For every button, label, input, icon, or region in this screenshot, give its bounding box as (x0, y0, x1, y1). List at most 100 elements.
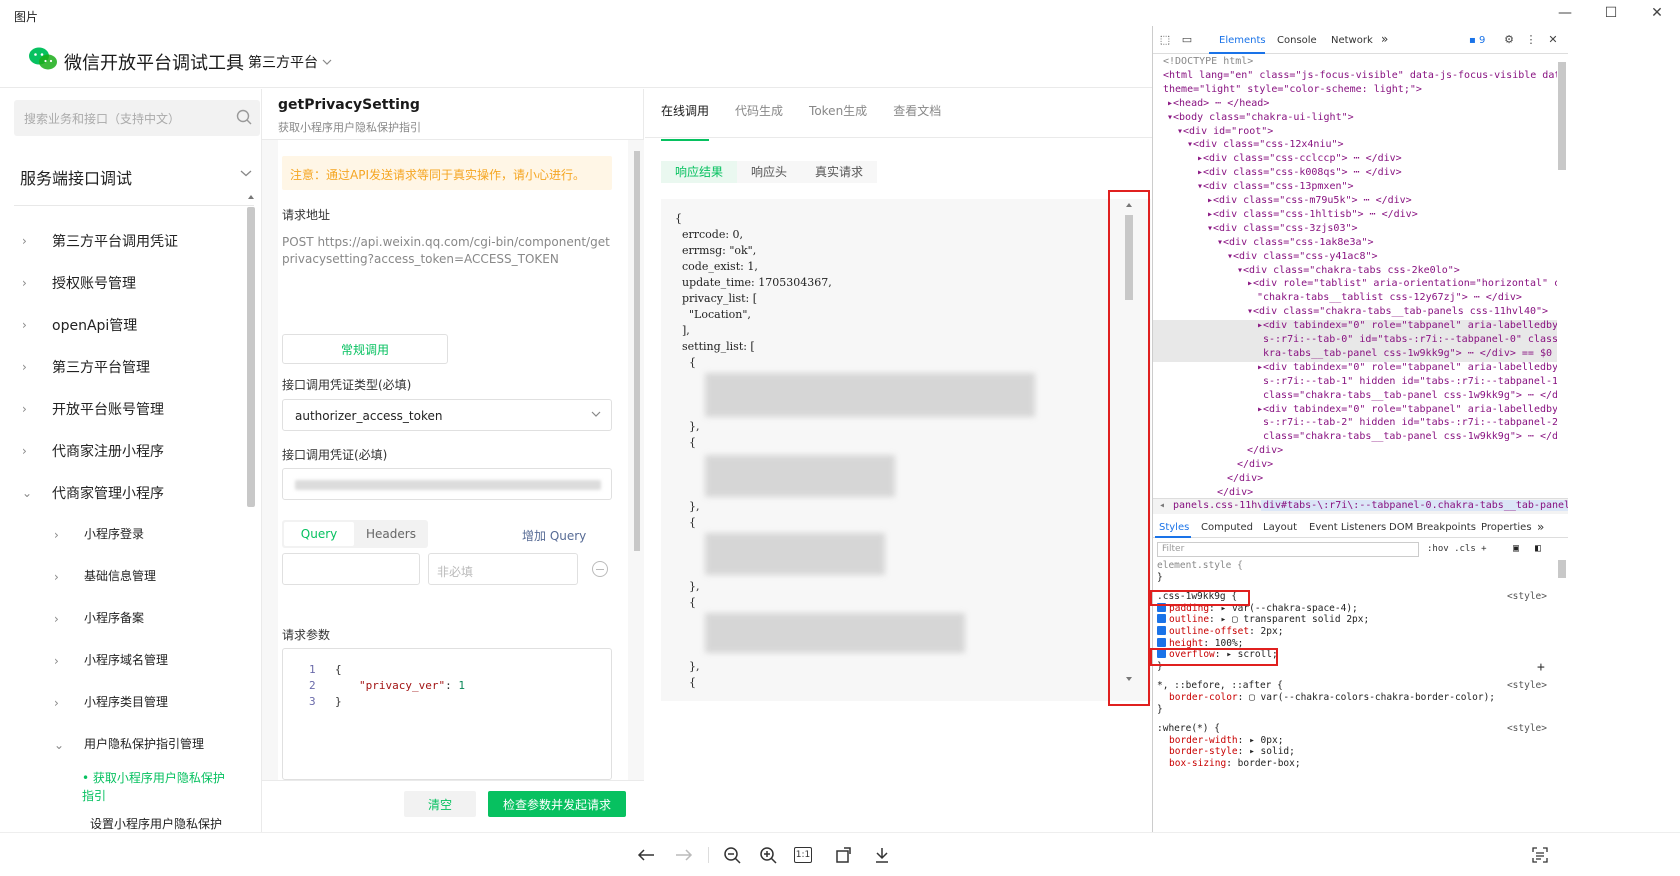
breadcrumb-item-active[interactable]: div#tabs-\:r7i\:--tabpanel-0.chakra-tabs… (1261, 500, 1568, 511)
dom-tree[interactable]: <!DOCTYPE html> <html lang="en" class="js… (1153, 56, 1557, 498)
submenu-item[interactable]: › 小程序登录 (0, 513, 245, 555)
rotate-icon[interactable] (832, 843, 856, 867)
dom-node-line[interactable]: ▾<body class="chakra-ui-light"> (1153, 112, 1557, 126)
arrow-right-icon[interactable] (672, 843, 696, 867)
scroll-thumb[interactable] (1558, 560, 1566, 578)
maximize-icon[interactable]: ☐ (1588, 0, 1634, 26)
submenu-item[interactable]: › 小程序类目管理 (0, 681, 245, 723)
submenu-item[interactable]: › 小程序备案 (0, 597, 245, 639)
device-toggle-icon[interactable]: ▭ (1181, 34, 1193, 46)
dom-node-line[interactable]: ▸<head> ⋯ </head> (1153, 98, 1557, 112)
menu-item[interactable]: › 第三方平台调用凭证 (0, 219, 245, 261)
platform-switcher[interactable]: · 第三方平台 (226, 51, 332, 72)
paint-icon[interactable]: ▣ (1513, 543, 1519, 554)
submenu-item[interactable]: › 基础信息管理 (0, 555, 245, 597)
download-icon[interactable] (870, 843, 894, 867)
query-value-input[interactable]: 非必填 (428, 553, 578, 585)
dom-node-line[interactable]: ▸<div tabindex="0" role="tabpanel" aria-… (1153, 362, 1557, 376)
tab-elements[interactable]: Elements (1219, 35, 1266, 46)
inspect-icon[interactable]: ⬚ (1159, 34, 1171, 46)
menu-item-expanded[interactable]: ⌄ 代商家管理小程序 (0, 471, 245, 513)
section-title[interactable]: 服务端接口调试 (20, 165, 132, 189)
credential-input[interactable] (282, 468, 612, 500)
cred-type-select[interactable]: authorizer_access_token (282, 399, 612, 431)
dom-node-line[interactable]: </div> (1153, 445, 1557, 459)
style-line[interactable]: outline-offset: 2px; (1157, 626, 1553, 638)
dom-node-line[interactable]: ▾<div class="chakra-tabs css-2ke0lo"> (1153, 265, 1557, 279)
remove-param-icon[interactable] (592, 561, 608, 577)
more-tabs-icon[interactable]: » (1537, 520, 1544, 534)
dom-node-line[interactable]: ▸<div class="css-k008qs"> ⋯ </div> (1153, 167, 1557, 181)
style-line[interactable]: } (1157, 704, 1553, 716)
dom-node-line[interactable]: class="chakra-tabs__tab-panel css-1w9kk9… (1153, 431, 1557, 445)
leaf-item-active[interactable]: • 获取小程序用户隐私保护指引 (0, 765, 245, 803)
tab-styles[interactable]: Styles (1159, 522, 1189, 533)
style-line[interactable]: } (1157, 572, 1553, 584)
dom-node-line[interactable]: ▾<div class="css-12x4niu"> (1153, 139, 1557, 153)
clear-button[interactable]: 清空 (404, 791, 476, 817)
add-rule-icon[interactable]: + (1537, 660, 1545, 675)
submenu-item[interactable]: › 小程序域名管理 (0, 639, 245, 681)
send-request-button[interactable]: 检查参数并发起请求 (488, 791, 626, 817)
dom-node-line[interactable]: ▸<div class="css-m79u5k"> ⋯ </div> (1153, 195, 1557, 209)
dom-node-line[interactable]: <!DOCTYPE html> (1153, 56, 1557, 70)
style-origin[interactable]: <style> (1507, 591, 1547, 602)
dom-node-line[interactable]: <html lang="en" class="js-focus-visible"… (1153, 70, 1557, 84)
dom-node-line[interactable]: ▸<div tabindex="0" role="tabpanel" aria-… (1153, 404, 1557, 418)
dom-node-line[interactable]: </div> (1153, 473, 1557, 487)
close-icon[interactable]: ✕ (1547, 34, 1559, 46)
style-line[interactable]: border-style: ▸ solid; (1157, 746, 1553, 758)
tab-query[interactable]: Query (284, 522, 354, 546)
menu-item[interactable]: › openApi管理 (0, 303, 245, 345)
request-body-editor[interactable]: 1 { 2 "privacy_ver": 1 3 } (282, 648, 612, 780)
menu-item[interactable]: › 授权账号管理 (0, 261, 245, 303)
dom-node-line[interactable]: ▾<div class="css-3zjs03"> (1153, 223, 1557, 237)
breadcrumb-left-arrow-icon[interactable]: ◂ (1159, 500, 1165, 511)
tab-code-gen[interactable]: 代码生成 (735, 89, 783, 137)
search-input[interactable]: 搜索业务和接口（支持中文） (14, 100, 260, 136)
tab-layout[interactable]: Layout (1263, 522, 1297, 533)
tab-computed[interactable]: Computed (1201, 522, 1253, 533)
tab-response-headers[interactable]: 响应头 (737, 161, 801, 183)
dom-scrollbar[interactable] (1557, 56, 1567, 496)
dom-node-line[interactable]: ▾<div class="css-y41ac8"> (1153, 251, 1557, 265)
sidebar-toggle-icon[interactable]: ◧ (1535, 543, 1541, 554)
dom-node-line[interactable]: ▸<div role="tablist" aria-orientation="h… (1153, 278, 1557, 292)
add-query-button[interactable]: 增加 Query (522, 527, 586, 544)
tab-network[interactable]: Network (1331, 35, 1373, 46)
chevron-down-icon[interactable] (240, 169, 252, 177)
dom-node-line[interactable]: theme="light" style="color-scheme: light… (1153, 84, 1557, 98)
scroll-thumb[interactable] (1558, 62, 1566, 170)
styles-filter-input[interactable]: Filter (1157, 542, 1419, 557)
dom-node-line[interactable]: ▾<div class="css-13pmxen"> (1153, 181, 1557, 195)
tab-event-listeners[interactable]: Event Listeners (1309, 522, 1386, 533)
tab-token-gen[interactable]: Token生成 (809, 89, 867, 137)
dom-node-line[interactable]: </div> (1153, 459, 1557, 473)
dom-node-line[interactable]: ▾<div class="chakra-tabs__tab-panels css… (1153, 306, 1557, 320)
search-icon[interactable] (236, 109, 252, 125)
tab-console[interactable]: Console (1277, 35, 1317, 46)
dom-node-line[interactable]: s-:r7i:--tab-1" hidden id="tabs-:r7i:--t… (1153, 376, 1557, 390)
tab-headers[interactable]: Headers (356, 520, 426, 548)
dom-node-line[interactable]: s-:r7i:--tab-2" hidden id="tabs-:r7i:--t… (1153, 417, 1557, 431)
dom-node-line[interactable]: ▸<div class="css-1hltisb"> ⋯ </div> (1153, 209, 1557, 223)
scroll-thumb[interactable] (634, 151, 640, 551)
dom-node-line[interactable]: ▾<div id="root"> (1153, 126, 1557, 140)
response-body[interactable]: { errcode: 0, errmsg: "ok", code_exist: … (661, 199, 1151, 701)
actual-size-icon[interactable]: 1:1 (794, 847, 812, 863)
dom-node-line[interactable]: class="chakra-tabs__tab-panel css-1w9kk9… (1153, 390, 1557, 404)
style-line[interactable]: border-width: ▸ 0px; (1157, 735, 1553, 747)
more-tabs-icon[interactable]: » (1381, 32, 1388, 46)
style-line[interactable]: border-color: ▢ var(--chakra-colors-chak… (1157, 692, 1553, 704)
tab-dom-breakpoints[interactable]: DOM Breakpoints (1389, 522, 1476, 533)
tab-docs[interactable]: 查看文档 (893, 89, 941, 137)
style-line[interactable]: :where(*) {<style> (1157, 723, 1553, 735)
normal-call-button[interactable]: 常规调用 (282, 334, 448, 364)
zoom-out-icon[interactable] (720, 843, 744, 867)
menu-item[interactable]: › 开放平台账号管理 (0, 387, 245, 429)
query-key-input[interactable] (282, 553, 420, 585)
dom-node-line[interactable]: s-:r7i:--tab-0" id="tabs-:r7i:--tabpanel… (1153, 334, 1557, 348)
ocr-icon[interactable] (1528, 843, 1552, 867)
dom-node-line[interactable]: ▸<div tabindex="0" role="tabpanel" aria-… (1153, 320, 1557, 335)
menu-item[interactable]: › 代商家注册小程序 (0, 429, 245, 471)
